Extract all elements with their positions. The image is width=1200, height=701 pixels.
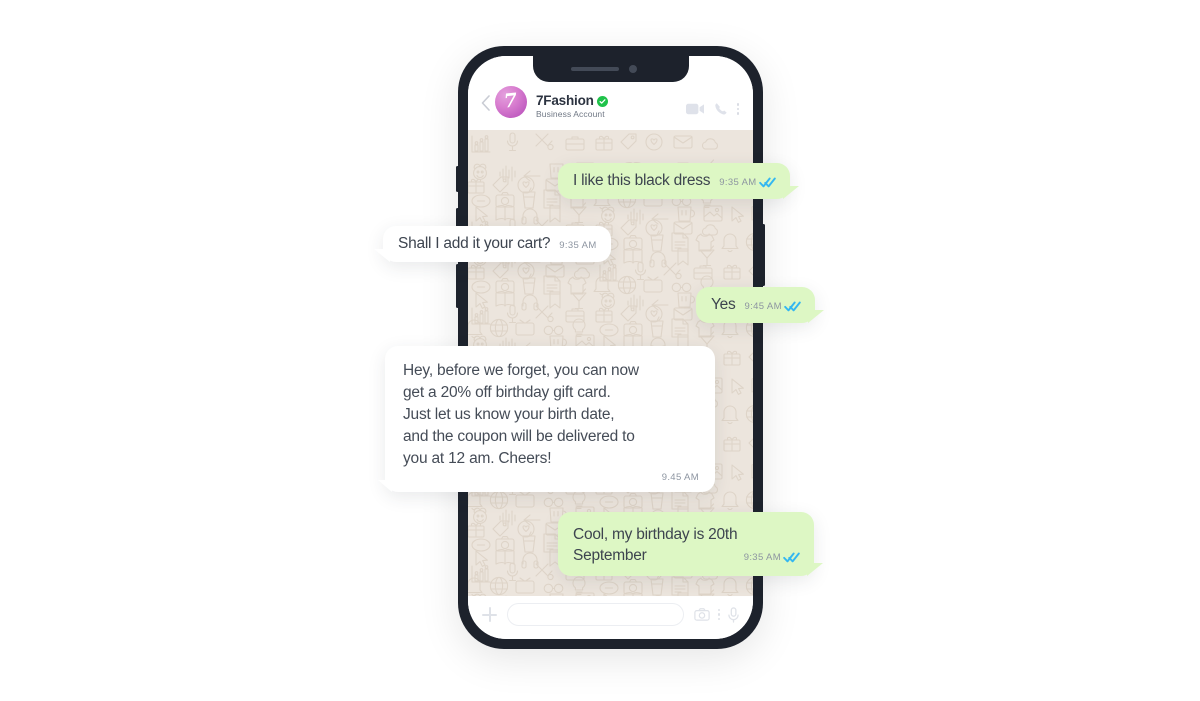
message-input[interactable]	[507, 603, 684, 626]
message-time: 9:35 AM	[743, 552, 781, 564]
bubble-tail	[807, 562, 823, 576]
video-call-icon[interactable]	[685, 103, 705, 115]
bubble-tail	[378, 480, 392, 492]
message-text: I like this black dress	[573, 172, 711, 189]
message-text-line-1: Cool, my birthday is 20th	[573, 526, 738, 543]
message-bubble-outgoing[interactable]: Yes 9:45 AM	[696, 287, 824, 324]
message-composer	[468, 596, 753, 639]
message-text: Yes	[711, 296, 736, 313]
avatar-initial: 7	[503, 88, 519, 113]
message-bubble-outgoing[interactable]: Cool, my birthday is 20th September 9:35…	[558, 512, 823, 576]
contact-subtitle: Business Account	[536, 109, 605, 119]
plus-icon[interactable]	[482, 607, 497, 622]
double-check-icon	[783, 552, 800, 563]
contact-info: 7Fashion Business Account	[536, 93, 686, 119]
bubble-tail	[374, 249, 390, 263]
front-camera-icon	[628, 65, 637, 73]
message-time: 9.45 AM	[661, 472, 699, 483]
header-actions	[685, 102, 739, 116]
verified-check-icon	[596, 96, 608, 107]
message-text-line-2: September	[573, 547, 647, 565]
earpiece-speaker-icon	[570, 67, 619, 71]
bubble-tail	[807, 310, 824, 324]
composer-actions	[694, 606, 739, 623]
volume-down-button[interactable]	[456, 264, 459, 308]
avatar[interactable]: 7	[495, 86, 527, 118]
message-time: 9:45 AM	[744, 301, 782, 312]
message-text: Shall I add it your cart?	[398, 235, 551, 252]
message-meta: 9:35 AM	[744, 552, 800, 563]
overflow-menu-icon[interactable]	[717, 609, 720, 620]
device-notch	[532, 56, 689, 82]
power-button[interactable]	[762, 224, 765, 286]
message-time: 9:35 AM	[559, 240, 597, 251]
message-bubble-incoming[interactable]: Shall I add it your cart? 9:35 AM	[374, 226, 611, 263]
overflow-menu-icon[interactable]	[736, 103, 739, 115]
message-meta: 9:45 AM	[745, 301, 801, 312]
double-check-icon	[784, 301, 801, 312]
mute-switch[interactable]	[456, 166, 459, 192]
double-check-icon	[758, 177, 776, 188]
message-bubble-outgoing[interactable]: I like this black dress 9:35 AM	[558, 163, 799, 200]
message-bubble-incoming[interactable]: Hey, before we forget, you can now get a…	[378, 346, 715, 492]
camera-icon[interactable]	[694, 608, 710, 621]
contact-name: 7Fashion	[536, 93, 594, 108]
voice-call-icon[interactable]	[714, 102, 728, 116]
message-time: 9:35 AM	[719, 177, 757, 188]
message-text: Hey, before we forget, you can now get a…	[403, 362, 639, 467]
bubble-tail	[782, 186, 799, 200]
microphone-icon[interactable]	[728, 606, 739, 623]
canvas: 7 7Fashion Business Account I like this …	[0, 0, 1200, 701]
message-meta: 9:35 AM	[719, 177, 776, 188]
chevron-left-icon[interactable]	[478, 92, 492, 114]
